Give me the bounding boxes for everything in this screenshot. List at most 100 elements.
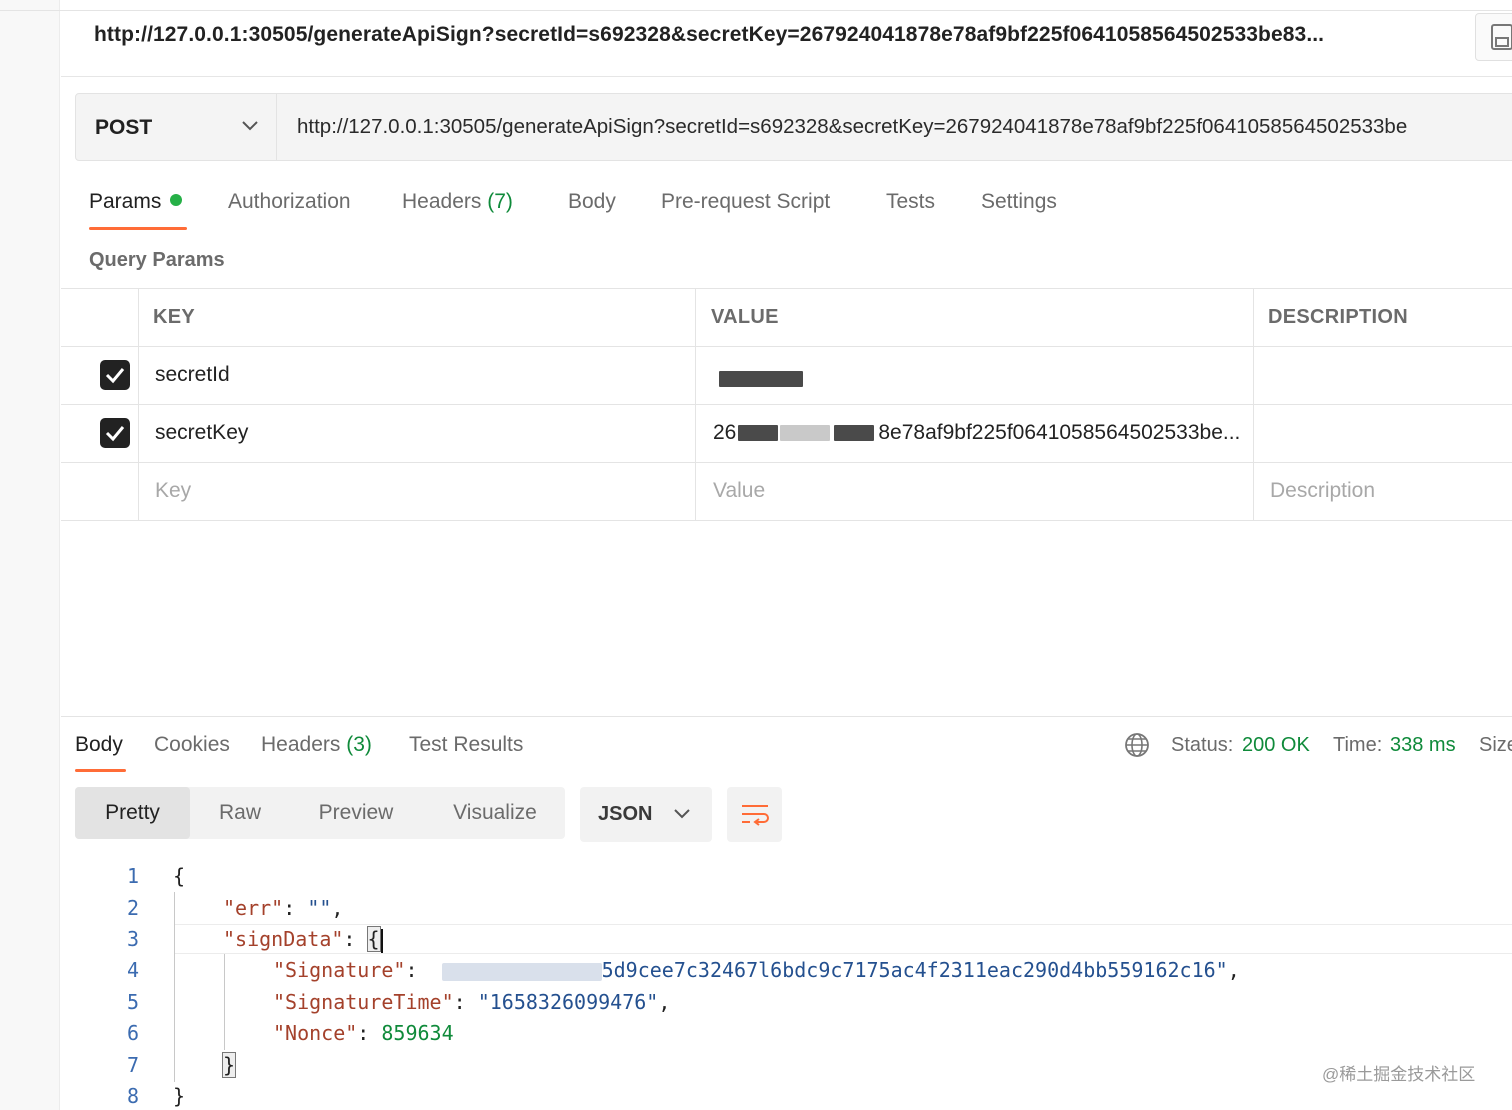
watermark: @稀土掘金技术社区	[1322, 1065, 1476, 1084]
response-tab-test-results[interactable]: Test Results	[409, 733, 523, 757]
method-select[interactable]: POST	[76, 94, 277, 160]
matched-bracket: {	[366, 926, 381, 952]
chevron-down-icon	[242, 121, 258, 131]
active-tab-indicator	[89, 227, 187, 230]
url-text: http://127.0.0.1:30505/generateApiSign?s…	[297, 115, 1408, 138]
view-visualize-button[interactable]: Visualize	[433, 787, 557, 839]
param-value-cell[interactable]: 26 8e78af9bf225f0641058564502533be...	[713, 421, 1240, 445]
code-line: "err": "",	[223, 896, 344, 920]
text-cursor	[380, 928, 383, 953]
request-title[interactable]: http://127.0.0.1:30505/generateApiSign?s…	[94, 23, 1324, 47]
column-header-description: DESCRIPTION	[1268, 306, 1408, 328]
response-status-bar: Status: 200 OK Time: 338 ms Size	[1124, 732, 1512, 762]
code-line: }	[221, 1052, 237, 1078]
json-key: "Signature"	[273, 958, 406, 982]
json-key: "err"	[223, 896, 284, 920]
view-raw-button[interactable]: Raw	[197, 787, 283, 839]
tab-pre-request-script[interactable]: Pre-request Script	[661, 190, 830, 214]
code-line: {	[173, 864, 185, 888]
matched-bracket: }	[221, 1052, 237, 1078]
view-preview-button[interactable]: Preview	[300, 787, 412, 839]
request-tabs: Params Authorization Headers (7) Body Pr…	[75, 180, 1175, 232]
code-line: "Signature": 5d9cee7c32467l6bdc9c7175ac4…	[273, 958, 1240, 982]
value-suffix: 8e78af9bf225f0641058564502533be...	[878, 421, 1241, 444]
tab-body[interactable]: Body	[568, 190, 616, 214]
code-line: }	[173, 1084, 185, 1108]
line-number: 6	[126, 1021, 139, 1045]
wrap-lines-button[interactable]	[727, 787, 782, 842]
left-sidebar-strip	[0, 0, 60, 1110]
view-pretty-button[interactable]: Pretty	[75, 787, 190, 839]
tab-headers-count: (7)	[487, 190, 513, 213]
json-string: 5d9cee7c32467l6bdc9c7175ac4f2311eac290d4…	[601, 958, 1228, 982]
row-checkbox[interactable]	[100, 360, 130, 390]
response-headers-count: (3)	[346, 733, 372, 756]
table-row: secretKey 26 8e78af9bf225f064105856450253…	[61, 405, 1512, 463]
response-tabs: Body Cookies Headers (3) Test Results	[75, 727, 675, 775]
key-input[interactable]: Key	[155, 479, 191, 503]
size-label[interactable]: Size	[1479, 734, 1512, 757]
response-tab-body[interactable]: Body	[75, 733, 123, 757]
code-line: "SignatureTime": "1658326099476",	[273, 990, 671, 1014]
value-input[interactable]: Value	[713, 479, 765, 503]
request-title-row: http://127.0.0.1:30505/generateApiSign?s…	[61, 11, 1512, 77]
status-value[interactable]: 200 OK	[1242, 734, 1310, 757]
param-key-cell[interactable]: secretKey	[155, 421, 248, 445]
response-body-viewer[interactable]: 1 2 3 4 5 6 7 8 { "err": "", "signData":…	[61, 858, 1512, 1110]
json-key: "SignatureTime"	[273, 990, 454, 1014]
line-number: 3	[126, 927, 139, 951]
open-brace: {	[173, 864, 186, 888]
format-select[interactable]: JSON	[580, 787, 712, 842]
description-input[interactable]: Description	[1270, 479, 1375, 503]
tab-tests[interactable]: Tests	[886, 190, 935, 214]
line-number: 7	[126, 1053, 139, 1077]
line-number: 1	[126, 864, 139, 888]
wrap-lines-icon	[742, 805, 769, 826]
chevron-down-icon	[674, 809, 690, 819]
method-label: POST	[95, 116, 153, 139]
redacted-value	[738, 425, 779, 442]
save-button[interactable]	[1475, 13, 1512, 61]
request-bar: POST http://127.0.0.1:30505/generateApiS…	[75, 93, 1512, 161]
response-divider[interactable]	[61, 716, 1512, 717]
tab-headers[interactable]: Headers (7)	[402, 190, 513, 214]
url-input[interactable]: http://127.0.0.1:30505/generateApiSign?s…	[278, 94, 1512, 160]
line-number: 5	[126, 990, 139, 1014]
column-header-value: VALUE	[711, 306, 779, 328]
response-view-mode-group: Pretty Raw Preview Visualize	[75, 787, 565, 839]
param-key-cell[interactable]: secretId	[155, 363, 230, 387]
query-params-table: KEY VALUE DESCRIPTION secretId secretKey…	[61, 288, 1512, 521]
close-brace: }	[173, 1084, 186, 1108]
response-tab-headers[interactable]: Headers (3)	[261, 733, 372, 757]
active-response-tab-indicator	[75, 769, 126, 772]
tab-authorization[interactable]: Authorization	[228, 190, 351, 214]
json-string: "1658326099476"	[477, 990, 659, 1014]
redacted-value	[834, 425, 875, 442]
response-tab-cookies[interactable]: Cookies	[154, 733, 230, 757]
globe-icon[interactable]	[1124, 732, 1150, 758]
tab-headers-label: Headers	[402, 190, 482, 213]
tab-settings[interactable]: Settings	[981, 190, 1057, 214]
query-params-label: Query Params	[89, 249, 225, 271]
redacted-value	[780, 425, 831, 442]
checkmark-icon	[105, 368, 125, 384]
code-line: "Nonce": 859634	[273, 1021, 454, 1045]
value-prefix: 26	[713, 421, 737, 444]
indent-guide	[174, 892, 175, 1082]
tab-params[interactable]: Params	[89, 190, 183, 214]
param-value-cell[interactable]	[719, 367, 803, 391]
line-number: 8	[126, 1084, 139, 1108]
code-line: "signData": {	[223, 926, 383, 953]
time-value[interactable]: 338 ms	[1390, 734, 1456, 757]
tab-params-label: Params	[89, 190, 162, 213]
format-label: JSON	[598, 803, 653, 825]
blurred-value	[441, 962, 602, 981]
row-checkbox[interactable]	[100, 418, 130, 448]
json-string: ""	[307, 896, 332, 920]
params-active-dot	[170, 194, 183, 207]
time-label: Time:	[1333, 734, 1383, 756]
redacted-value	[719, 371, 803, 388]
indent-guide	[224, 954, 225, 1050]
json-number: 859634	[381, 1021, 454, 1045]
save-icon	[1491, 24, 1512, 50]
